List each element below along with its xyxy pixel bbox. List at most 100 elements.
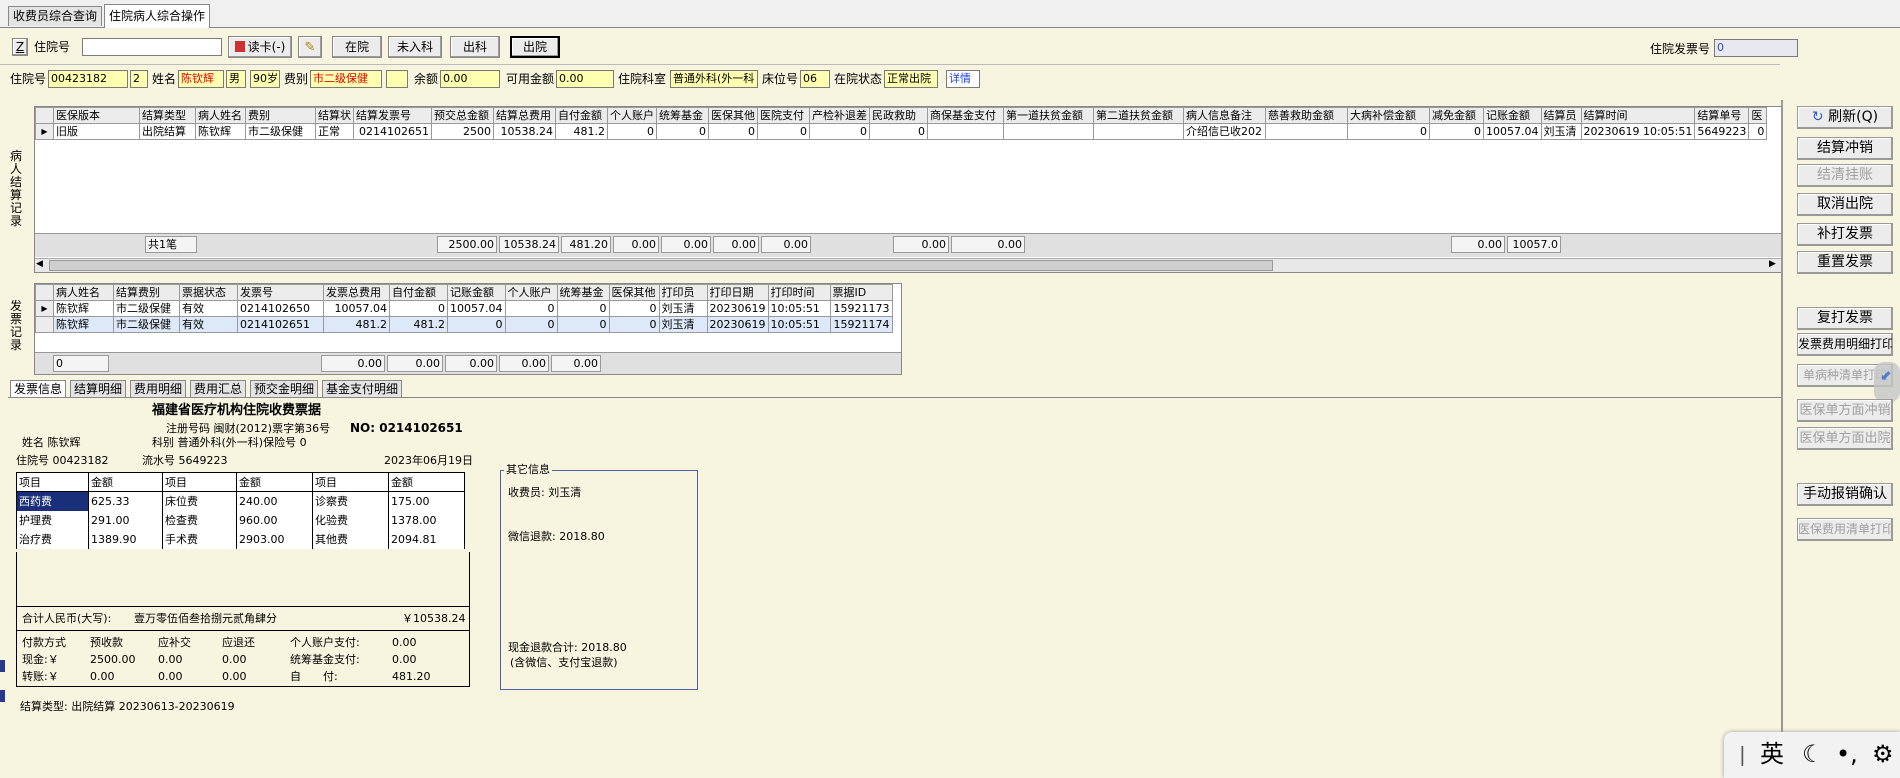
table-cell[interactable]: 正常 [315, 123, 354, 140]
fee-detail-print-button[interactable]: 发票费用明细打印 [1797, 333, 1893, 356]
not-admitted-button[interactable]: 未入科 [388, 36, 442, 58]
table-cell[interactable]: 有效 [179, 316, 238, 333]
table-cell[interactable]: 0214102651 [237, 316, 324, 333]
table-cell[interactable]: 市二级保健 [245, 123, 316, 140]
table-cell[interactable]: 10057.04 [1483, 123, 1542, 140]
table-cell[interactable]: 20230619 10:05:51 [1580, 123, 1696, 140]
table-cell[interactable]: 0 [757, 123, 810, 140]
scroll-left-icon[interactable]: ◀ [36, 259, 43, 269]
table-cell[interactable] [1003, 123, 1094, 140]
clear-account-button[interactable]: 结清挂账 [1797, 164, 1893, 187]
tab-fund-detail[interactable]: 基金支付明细 [322, 380, 403, 398]
table-cell[interactable]: 0 [809, 123, 870, 140]
invoice-no-field[interactable]: 0 [1714, 39, 1798, 57]
table-cell[interactable]: 10:05:51 [767, 316, 831, 333]
table-cell[interactable]: 0 [608, 316, 660, 333]
table-cell[interactable]: 0 [656, 123, 709, 140]
tab-cashier-query[interactable]: 收费员综合查询 [8, 6, 103, 26]
table-cell[interactable]: 0 [447, 316, 506, 333]
table-cell[interactable]: 0 [556, 316, 610, 333]
table-cell[interactable]: 旧版 [53, 123, 140, 140]
settlement-h-scrollbar[interactable]: ◀ ▶ [35, 258, 1781, 272]
table-cell[interactable]: 0 [389, 300, 448, 317]
search-id-input[interactable] [82, 38, 222, 56]
moon-icon[interactable]: ☾ [1802, 740, 1824, 768]
table-cell[interactable]: 0 [1347, 123, 1430, 140]
refresh-button[interactable]: ↻ 刷新(Q) [1797, 106, 1893, 129]
reset-invoice-button[interactable]: 重置发票 [1797, 251, 1893, 274]
tab-deposit-detail[interactable]: 预交金明细 [250, 380, 319, 398]
drag-handle-icon[interactable]: ❘ [1734, 740, 1751, 768]
tab-fee-detail[interactable]: 费用明细 [130, 380, 187, 398]
gear-icon[interactable]: ⚙ [1872, 740, 1894, 768]
read-card-button[interactable]: 读卡(-) [228, 36, 292, 58]
table-cell[interactable] [1265, 123, 1348, 140]
table-cell[interactable]: 481.2 [389, 316, 448, 333]
table-cell[interactable]: 陈钦辉 [195, 123, 246, 140]
table-cell[interactable]: 0 [1748, 123, 1768, 140]
table-cell[interactable] [1093, 123, 1184, 140]
table-cell[interactable]: 10057.04 [447, 300, 506, 317]
repeat-print-button[interactable]: 复打发票 [1797, 307, 1893, 330]
table-row[interactable]: 陈钦辉 市二级保健 有效 0214102651 481.2 481.2 0 0 0 0 刘玉清 202… [35, 316, 893, 333]
scroll-right-icon[interactable]: ▶ [1769, 259, 1776, 269]
table-cell[interactable]: 0 [1429, 123, 1484, 140]
table-cell[interactable]: 2500 [431, 123, 494, 140]
mi-discharge-button[interactable]: 医保单方面出院 [1797, 427, 1893, 450]
scrollbar-thumb[interactable] [49, 260, 1273, 271]
table-cell[interactable]: 5649223 [1694, 123, 1750, 140]
broom-button[interactable]: ✎ [298, 36, 322, 58]
cancel-discharge-button[interactable]: 取消出院 [1797, 193, 1893, 216]
settle-reverse-button[interactable]: 结算冲销 [1797, 137, 1893, 160]
table-cell[interactable]: 15921174 [829, 316, 893, 333]
table-cell[interactable]: 481.2 [555, 123, 608, 140]
table-cell[interactable]: 出院结算 [139, 123, 196, 140]
detail-link[interactable]: 详情 [946, 70, 980, 88]
table-cell[interactable]: 市二级保健 [113, 300, 180, 317]
table-cell[interactable]: 481.2 [323, 316, 390, 333]
table-cell[interactable]: 介绍信已收202 [1183, 123, 1266, 140]
discharged-dept-button[interactable]: 出科 [450, 36, 500, 58]
tab-fee-summary[interactable]: 费用汇总 [190, 380, 247, 398]
tab-inpatient-operation[interactable]: 住院病人综合操作 [104, 4, 211, 28]
table-cell[interactable]: 刘玉清 [1540, 123, 1582, 140]
table-cell[interactable]: 0 [504, 300, 558, 317]
table-cell[interactable]: 0 [869, 123, 928, 140]
table-cell[interactable]: 15921173 [829, 300, 893, 317]
table-cell[interactable]: 0214102650 [237, 300, 324, 317]
overlay-handle[interactable]: ⬋ [1874, 362, 1900, 402]
table-cell[interactable]: 10057.04 [323, 300, 390, 317]
toggle-button[interactable]: Z [12, 38, 28, 56]
patient-id-field[interactable]: 00423182 [48, 70, 128, 88]
table-cell[interactable]: 市二级保健 [113, 316, 180, 333]
patient-id-suffix[interactable]: 2 [130, 70, 148, 88]
table-cell[interactable]: 陈钦辉 [53, 300, 114, 317]
in-hospital-button[interactable]: 在院 [332, 36, 382, 58]
table-row[interactable]: ▶ 旧版 出院结算 陈钦辉 市二级保健 正常 0214102651 2500 10538.24 4… [35, 123, 1768, 140]
table-cell[interactable]: 刘玉清 [658, 316, 708, 333]
tab-settlement-detail[interactable]: 结算明细 [70, 380, 127, 398]
manual-reimburse-button[interactable]: 手动报销确认 [1797, 483, 1893, 506]
punctuation-icon[interactable]: •, [1836, 740, 1858, 768]
mi-reverse-button[interactable]: 医保单方面冲销 [1797, 399, 1893, 422]
table-cell[interactable]: 刘玉清 [658, 300, 708, 317]
table-cell[interactable]: 0 [708, 123, 758, 140]
table-cell[interactable]: 20230619 [706, 316, 769, 333]
table-cell[interactable]: 0 [556, 300, 610, 317]
ime-language[interactable]: 英 [1760, 740, 1784, 768]
mi-fee-list-print-button[interactable]: 医保费用清单打印 [1797, 518, 1893, 541]
discharge-button[interactable]: 出院 [510, 36, 560, 58]
table-row[interactable]: ▶ 陈钦辉 市二级保健 有效 0214102650 10057.04 0 10057.04 0 0… [35, 300, 893, 317]
table-cell[interactable]: 10:05:51 [767, 300, 831, 317]
table-cell[interactable]: 0 [608, 300, 660, 317]
table-cell[interactable]: 0214102651 [353, 123, 432, 140]
table-cell[interactable]: 20230619 [706, 300, 769, 317]
table-cell[interactable]: 0 [504, 316, 558, 333]
table-cell[interactable] [927, 123, 1004, 140]
table-cell[interactable]: 10538.24 [493, 123, 556, 140]
table-cell[interactable]: 陈钦辉 [53, 316, 114, 333]
table-cell[interactable]: 有效 [179, 300, 238, 317]
table-cell[interactable]: 0 [607, 123, 657, 140]
tab-invoice-info[interactable]: 发票信息 [10, 380, 67, 398]
reprint-invoice-button[interactable]: 补打发票 [1797, 223, 1893, 246]
